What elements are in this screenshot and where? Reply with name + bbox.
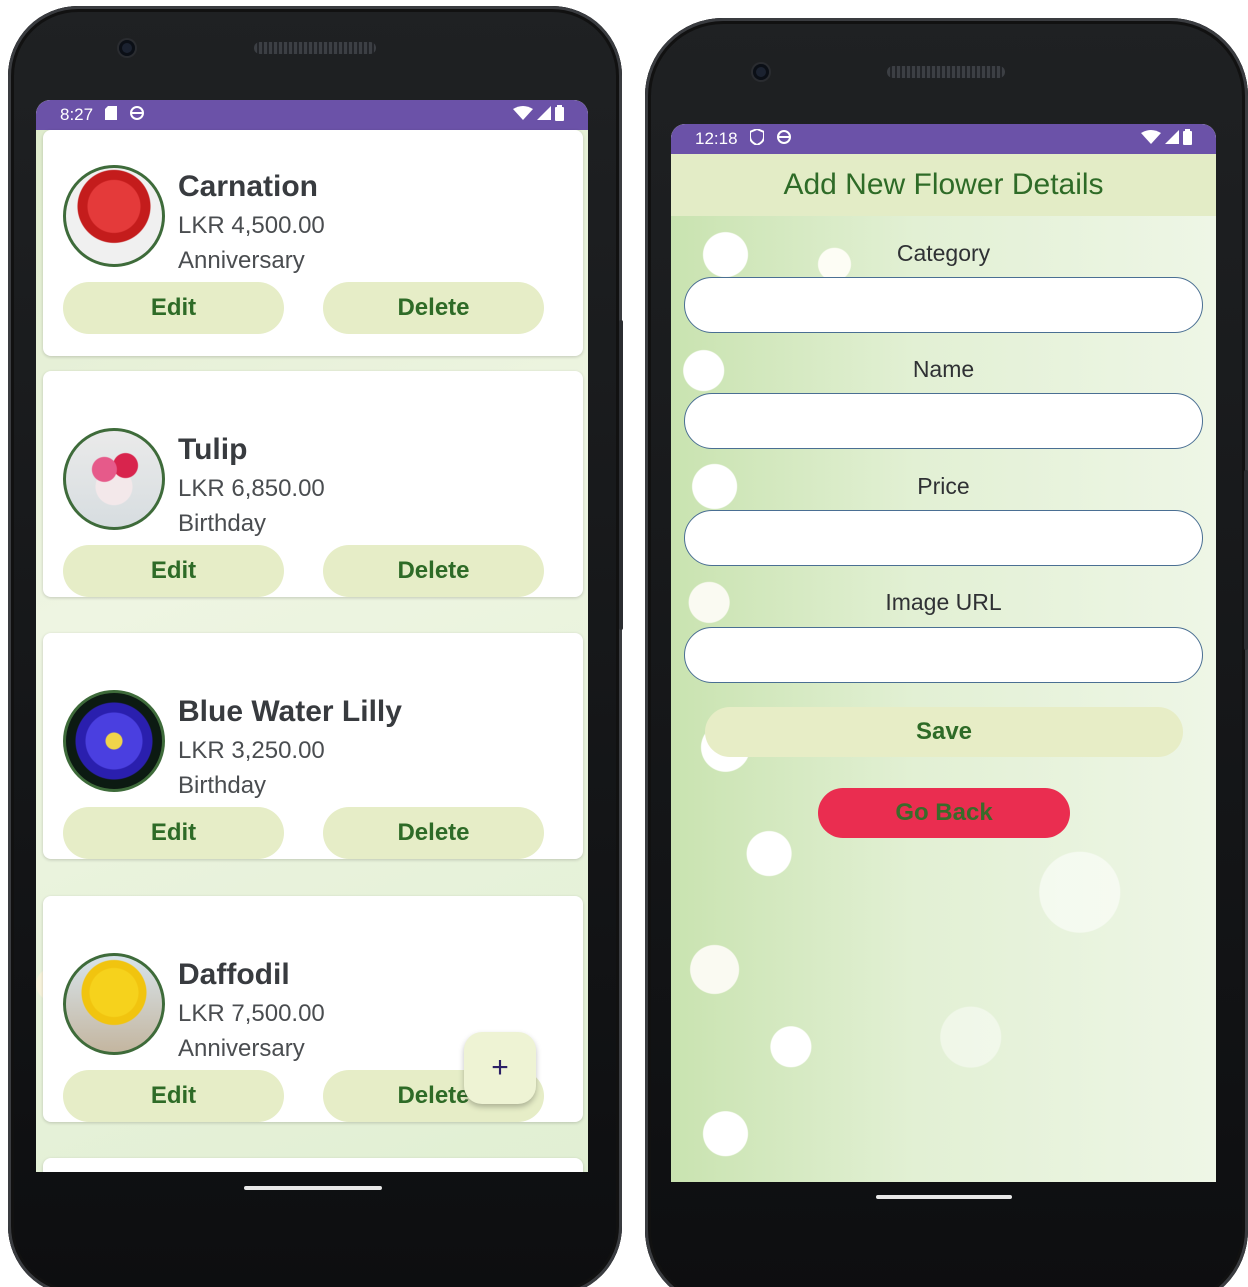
flower-price: LKR 3,250.00 xyxy=(178,737,325,764)
delete-button[interactable]: Delete xyxy=(323,807,544,859)
flower-category: Anniversary xyxy=(178,247,305,274)
flower-category: Birthday xyxy=(178,510,267,537)
flower-category: Anniversary xyxy=(178,1035,305,1062)
delete-button[interactable]: Delete xyxy=(323,282,544,334)
flower-name: Daffodil xyxy=(178,958,290,991)
image-url-label: Image URL xyxy=(885,589,1002,615)
flower-price: LKR 6,850.00 xyxy=(178,475,325,502)
category-input[interactable] xyxy=(684,277,1203,333)
flower-name: Carnation xyxy=(178,170,319,203)
go-back-button[interactable]: Go Back xyxy=(818,788,1070,838)
name-input[interactable] xyxy=(684,393,1203,449)
edit-button[interactable]: Edit xyxy=(63,807,284,859)
edit-button[interactable]: Edit xyxy=(63,282,284,334)
price-input[interactable] xyxy=(684,510,1203,566)
edit-button[interactable]: Edit xyxy=(63,1070,284,1122)
page-title: Add New Flower Details xyxy=(671,154,1216,216)
wifi-icon xyxy=(513,105,533,125)
edit-button[interactable]: Edit xyxy=(63,545,284,597)
signal-icon xyxy=(1165,129,1179,149)
status-time: 12:18 xyxy=(695,129,738,148)
flower-name: Blue Water Lilly xyxy=(178,695,402,728)
add-flower-fab[interactable]: + xyxy=(464,1032,536,1104)
wifi-icon xyxy=(1141,129,1161,149)
shield-icon xyxy=(748,127,765,150)
gesture-nav-bar[interactable] xyxy=(876,1195,1012,1199)
flower-list-screen: 8:27 Carnation LKR 4,500.00 Anniversary … xyxy=(36,100,588,1172)
flower-image xyxy=(63,690,165,792)
signal-icon xyxy=(537,105,551,125)
flower-price: LKR 7,500.00 xyxy=(178,1000,325,1027)
battery-icon xyxy=(555,104,564,126)
sd-card-icon xyxy=(105,105,118,125)
status-time: 8:27 xyxy=(60,105,94,124)
save-button[interactable]: Save xyxy=(705,707,1183,757)
flower-category: Birthday xyxy=(178,772,267,799)
flower-image xyxy=(63,165,165,267)
earpiece-speaker xyxy=(254,42,376,54)
screenshot-stage: 8:27 Carnation LKR 4,500.00 Anniversary … xyxy=(0,0,1248,1287)
flower-card-partial xyxy=(43,1158,583,1172)
image-url-input[interactable] xyxy=(684,627,1203,683)
gesture-nav-bar[interactable] xyxy=(244,1186,382,1190)
left-phone-side-button xyxy=(619,320,623,630)
right-phone-side-button xyxy=(1244,470,1248,650)
front-camera xyxy=(753,64,769,80)
sync-icon xyxy=(129,105,145,126)
flower-card: Blue Water Lilly LKR 3,250.00 Birthday E… xyxy=(43,633,583,859)
category-label: Category xyxy=(896,240,991,266)
name-label: Name xyxy=(912,356,975,382)
earpiece-speaker xyxy=(887,66,1005,78)
delete-button[interactable]: Delete xyxy=(323,545,544,597)
price-label: Price xyxy=(917,473,970,499)
add-flower-screen: 12:18 Add New Flower Details Category Na… xyxy=(671,124,1216,1182)
flower-name: Tulip xyxy=(178,433,248,466)
status-bar: 12:18 xyxy=(671,124,1216,154)
flower-image xyxy=(63,428,165,530)
flower-price: LKR 4,500.00 xyxy=(178,212,325,239)
status-bar: 8:27 xyxy=(36,100,588,130)
sync-icon xyxy=(776,129,792,150)
flower-image xyxy=(63,953,165,1055)
flower-card: Tulip LKR 6,850.00 Birthday Edit Delete xyxy=(43,371,583,597)
front-camera xyxy=(119,40,135,56)
battery-icon xyxy=(1183,128,1192,150)
flower-card: Carnation LKR 4,500.00 Anniversary Edit … xyxy=(43,130,583,356)
